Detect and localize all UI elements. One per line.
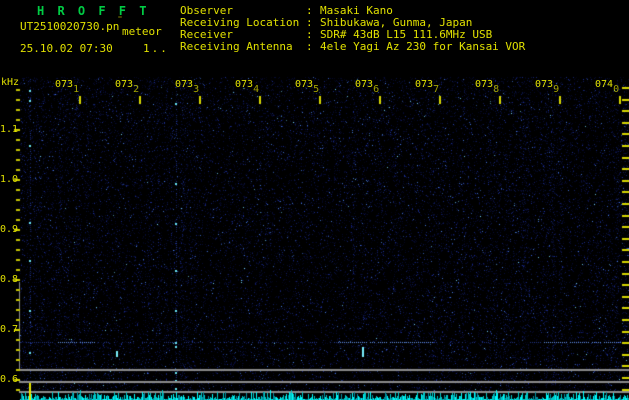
info-value: 4ele Yagi Az 230 for Kansai VOR (320, 40, 526, 53)
hrofft-screen: H R O F F T UT2510020730.pn ¨ meteor 25.… (0, 0, 629, 400)
freq-tick-label: 0.9 (0, 224, 19, 235)
freq-axis-unit: kHz (1, 77, 20, 88)
freq-tick-label: 0.8 (0, 274, 19, 285)
time-tick-label: 0738 (475, 79, 499, 95)
time-tick-label-subdigit: 7 (433, 84, 440, 95)
time-tick-label: 0739 (535, 79, 559, 95)
time-tick-label-main: 073 (115, 79, 134, 90)
time-tick-label-subdigit: 3 (193, 84, 200, 95)
time-tick-label-main: 074 (595, 79, 614, 90)
time-tick-label-main: 073 (415, 79, 434, 90)
app-title: H R O F F T (37, 4, 150, 18)
time-tick-label-subdigit: 5 (313, 84, 320, 95)
time-tick-label-main: 073 (175, 79, 194, 90)
time-tick-label-subdigit: 4 (253, 84, 260, 95)
freq-tick-label: 1.1 (0, 124, 19, 135)
freq-tick-label: 0.7 (0, 324, 19, 335)
time-tick-label-subdigit: 0 (613, 84, 620, 95)
time-tick-label: 0734 (235, 79, 259, 95)
time-tick-label-subdigit: 9 (553, 84, 560, 95)
time-tick-label: 0740 (595, 79, 619, 95)
time-tick-label-main: 073 (535, 79, 554, 90)
time-tick-label-subdigit: 6 (373, 84, 380, 95)
time-tick-label: 0735 (295, 79, 319, 95)
output-filename: UT2510020730.pn (20, 20, 120, 33)
time-tick-label-subdigit: 1 (73, 84, 80, 95)
time-tick-label-main: 073 (235, 79, 254, 90)
time-tick-label: 0731 (55, 79, 79, 95)
freq-tick-label: 1.0 (0, 174, 19, 185)
freq-tick-label: 0.6 (0, 374, 19, 385)
time-tick-label-main: 073 (55, 79, 74, 90)
time-tick-label-main: 073 (355, 79, 374, 90)
plot-area (20, 77, 629, 392)
date-time-label: 25.10.02 07:30 (20, 42, 113, 55)
time-tick-label: 0733 (175, 79, 199, 95)
time-tick-label: 0732 (115, 79, 139, 95)
time-tick-label-subdigit: 8 (493, 84, 500, 95)
time-tick-label: 0736 (355, 79, 379, 95)
info-label: Receiving Antenna (180, 40, 293, 53)
date-time-extra: 1.. (143, 42, 169, 55)
mode-label: meteor (122, 25, 162, 38)
time-tick-label: 0737 (415, 79, 439, 95)
time-tick-label-main: 073 (295, 79, 314, 90)
info-colon: : (306, 40, 313, 53)
time-tick-label-main: 073 (475, 79, 494, 90)
time-tick-label-subdigit: 2 (133, 84, 140, 95)
